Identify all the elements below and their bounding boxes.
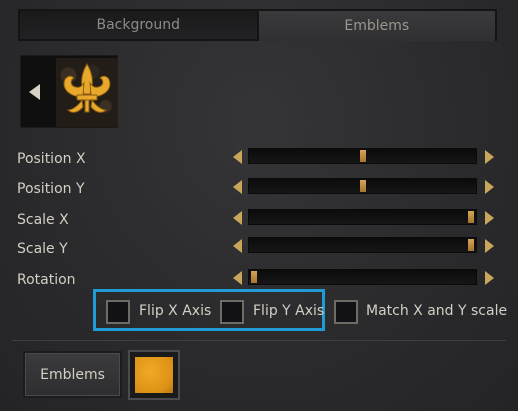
scale-x-decrease-icon[interactable] — [233, 211, 242, 225]
scale-x-increase-icon[interactable] — [485, 211, 494, 225]
position-y-slider[interactable] — [248, 178, 477, 194]
match-scale-label[interactable]: Match X and Y scale — [366, 303, 507, 319]
tab-emblems[interactable]: Emblems — [258, 9, 497, 41]
rotation-decrease-icon[interactable] — [233, 271, 242, 285]
scale-x-label: Scale X — [17, 212, 69, 228]
color-swatch — [135, 357, 173, 393]
flip-y-label[interactable]: Flip Y Axis — [253, 303, 324, 319]
emblem-thumbnail[interactable] — [56, 58, 118, 127]
position-x-slider[interactable] — [248, 148, 477, 164]
divider — [12, 340, 506, 341]
emblems-button[interactable]: Emblems — [23, 351, 122, 398]
position-y-handle[interactable] — [359, 180, 366, 192]
position-y-decrease-icon[interactable] — [233, 180, 242, 194]
scale-x-handle[interactable] — [468, 211, 474, 223]
scale-x-slider[interactable] — [248, 209, 477, 225]
flip-y-checkbox[interactable] — [220, 300, 244, 324]
emblem-preview — [20, 55, 118, 128]
position-x-handle[interactable] — [359, 150, 366, 162]
fleur-de-lis-icon — [63, 63, 111, 113]
scale-y-handle[interactable] — [468, 239, 474, 251]
match-scale-checkbox[interactable] — [334, 300, 358, 324]
scale-y-label: Scale Y — [17, 241, 68, 257]
tab-bar: Background Emblems — [18, 9, 497, 41]
scale-y-slider[interactable] — [248, 237, 477, 253]
position-y-increase-icon[interactable] — [485, 180, 494, 194]
scale-y-increase-icon[interactable] — [485, 239, 494, 253]
tab-background-label: Background — [96, 17, 181, 33]
flip-x-checkbox[interactable] — [106, 300, 130, 324]
position-x-decrease-icon[interactable] — [233, 150, 242, 164]
position-x-label: Position X — [17, 151, 86, 167]
position-x-increase-icon[interactable] — [485, 150, 494, 164]
tab-background[interactable]: Background — [18, 9, 259, 41]
emblem-editor-panel: Background Emblems Position X Position Y… — [0, 0, 518, 411]
triangle-left-icon[interactable] — [29, 84, 40, 100]
tab-emblems-label: Emblems — [344, 18, 410, 34]
rotation-slider[interactable] — [248, 269, 477, 285]
emblems-button-label: Emblems — [40, 366, 105, 383]
emblem-color-picker[interactable] — [128, 350, 180, 400]
rotation-increase-icon[interactable] — [485, 271, 494, 285]
flip-x-label[interactable]: Flip X Axis — [139, 303, 211, 319]
scale-y-decrease-icon[interactable] — [233, 239, 242, 253]
rotation-label: Rotation — [17, 272, 76, 288]
rotation-handle[interactable] — [251, 271, 257, 283]
position-y-label: Position Y — [17, 181, 85, 197]
